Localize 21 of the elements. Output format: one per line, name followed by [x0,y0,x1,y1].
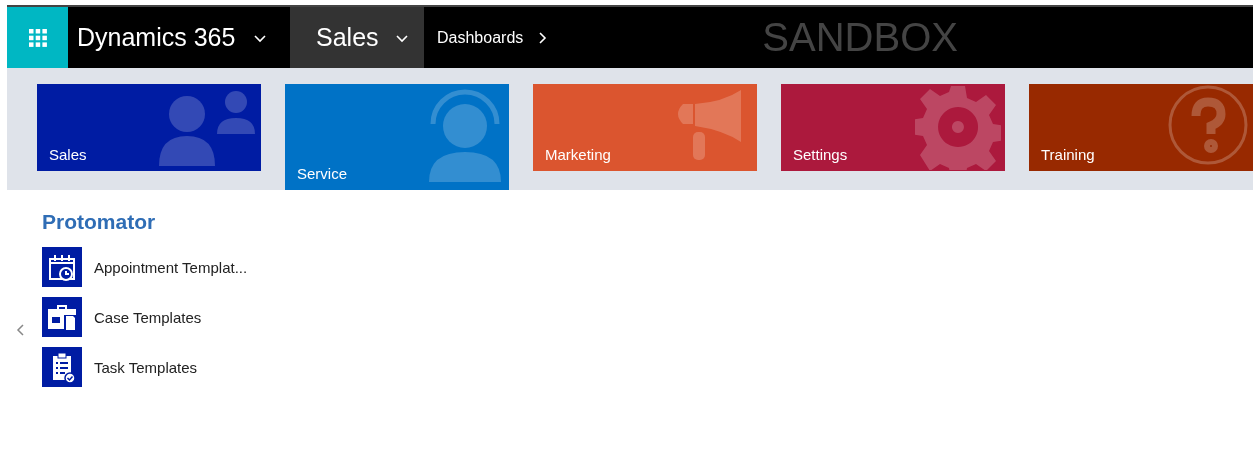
app-launcher-button[interactable] [7,7,68,68]
grid-icon [27,27,48,48]
environment-label: SANDBOX [762,15,958,60]
calendar-clock-icon [42,247,82,287]
chevron-down-icon [253,32,268,43]
chevron-down-icon [394,32,409,43]
area-tile[interactable]: Training [1029,84,1253,171]
help-icon [1167,84,1249,166]
briefcase-document-icon [42,297,82,337]
gear-icon [915,84,1001,170]
section-title: Protomator [42,210,157,234]
menu-item[interactable]: Task Templates [42,342,302,392]
area-tile[interactable]: Sales [37,84,261,171]
area-menu[interactable]: Sales [290,7,424,68]
menu-item[interactable]: Case Templates [42,292,302,342]
area-tile[interactable]: Settings [781,84,1005,171]
menu-item[interactable]: Appointment Templat... [42,242,302,292]
area-tile[interactable]: Marketing [533,84,757,171]
chevron-right-icon [537,30,548,45]
clipboard-check-icon [42,347,82,387]
area-tile[interactable]: Service [285,84,509,190]
